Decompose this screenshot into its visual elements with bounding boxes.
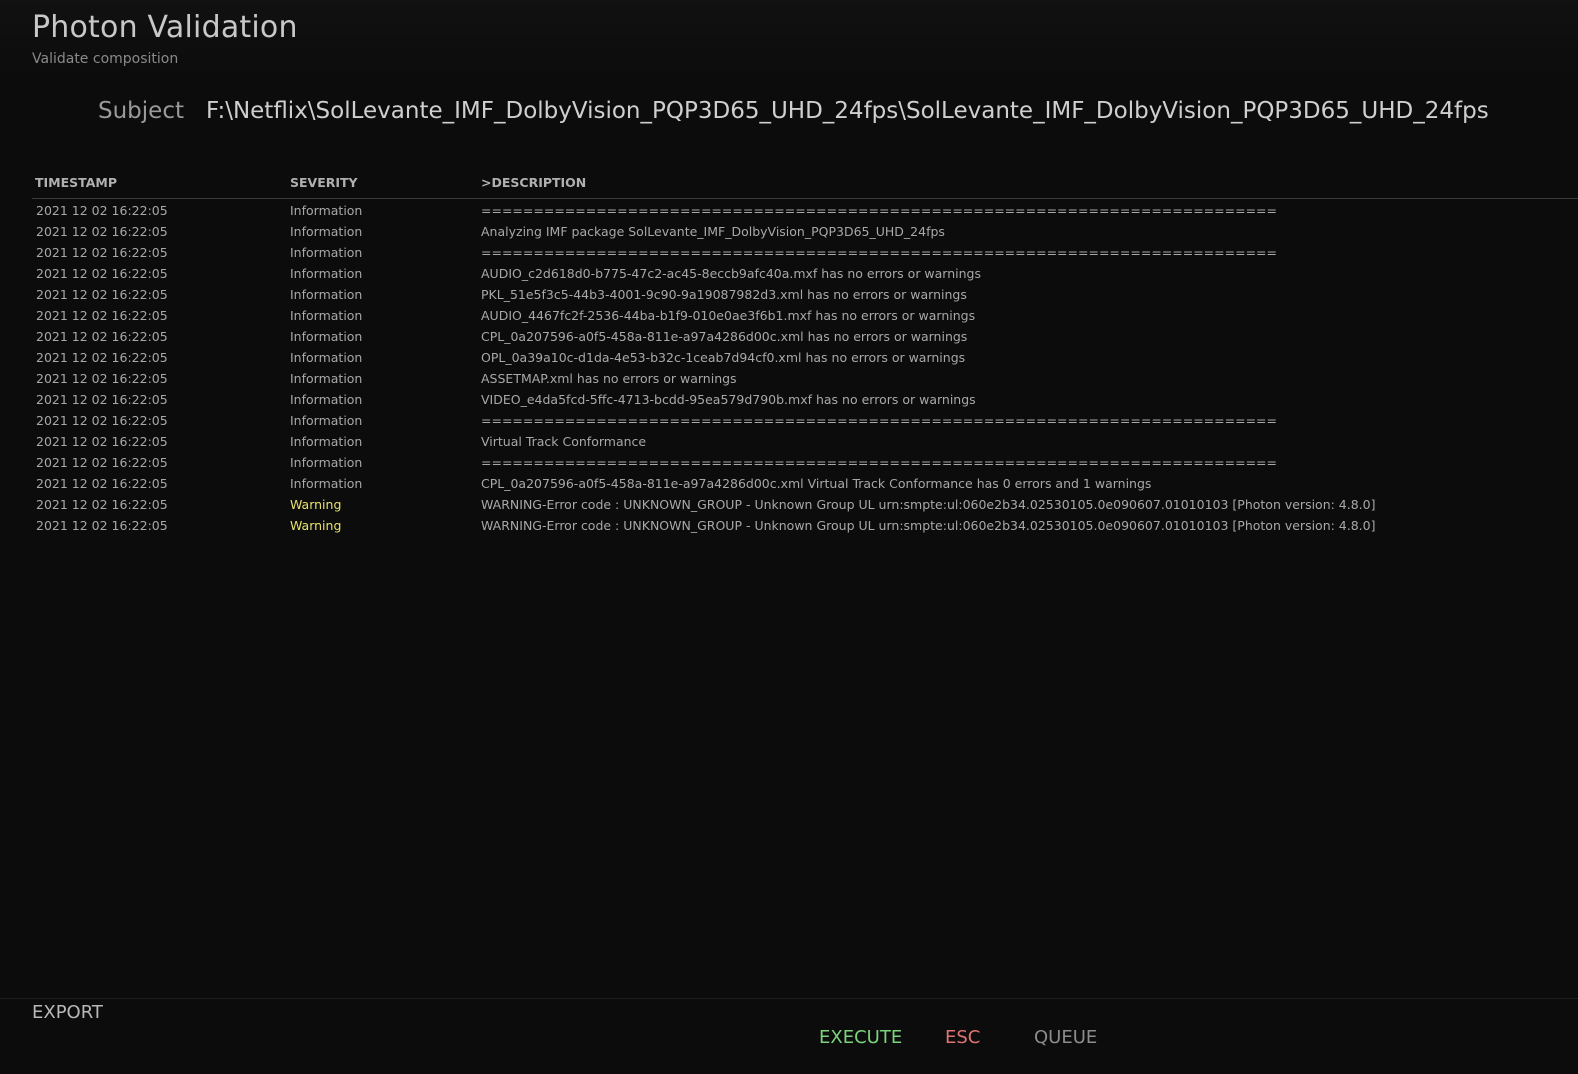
row-timestamp: 2021 12 02 16:22:05 xyxy=(36,329,168,344)
row-severity: Information xyxy=(290,224,363,239)
row-severity: Information xyxy=(290,371,363,386)
row-description: AUDIO_c2d618d0-b775-47c2-ac45-8eccb9afc4… xyxy=(481,266,981,281)
table-row[interactable]: 2021 12 02 16:22:05 Information AUDIO_4467… xyxy=(32,305,1578,326)
row-description: Virtual Track Conformance xyxy=(481,434,647,449)
row-severity: Information xyxy=(290,329,363,344)
row-timestamp: 2021 12 02 16:22:05 xyxy=(36,245,168,260)
table-row[interactable]: 2021 12 02 16:22:05 Information CPL_0a2075… xyxy=(32,473,1578,494)
row-timestamp: 2021 12 02 16:22:05 xyxy=(36,476,168,491)
table-row[interactable]: 2021 12 02 16:22:05 Information PKL_51e5f3… xyxy=(32,284,1578,305)
row-description: ========================================… xyxy=(481,245,1277,260)
row-severity: Information xyxy=(290,308,363,323)
row-timestamp: 2021 12 02 16:22:05 xyxy=(36,371,168,386)
subject-row: Subject F:\Netflix\SolLevante_IMF_DolbyV… xyxy=(0,96,1578,130)
log-table-body: 2021 12 02 16:22:05 Information ==========… xyxy=(32,199,1578,536)
export-button[interactable]: EXPORT xyxy=(32,1002,103,1023)
row-timestamp: 2021 12 02 16:22:05 xyxy=(36,455,168,470)
row-description: ========================================… xyxy=(481,455,1277,470)
table-row[interactable]: 2021 12 02 16:22:05 Warning WARNING-Error … xyxy=(32,515,1578,536)
row-timestamp: 2021 12 02 16:22:05 xyxy=(36,518,168,533)
row-severity: Information xyxy=(290,476,363,491)
table-row[interactable]: 2021 12 02 16:22:05 Information OPL_0a39a1… xyxy=(32,347,1578,368)
row-description: VIDEO_e4da5fcd-5ffc-4713-bcdd-95ea579d79… xyxy=(481,392,976,407)
table-row[interactable]: 2021 12 02 16:22:05 Information VIDEO_e4da… xyxy=(32,389,1578,410)
column-header-description[interactable]: >DESCRIPTION xyxy=(481,175,586,190)
validation-log-table[interactable]: TIMESTAMP SEVERITY >DESCRIPTION 2021 12 … xyxy=(32,170,1578,536)
row-timestamp: 2021 12 02 16:22:05 xyxy=(36,287,168,302)
row-description: ASSETMAP.xml has no errors or warnings xyxy=(481,371,737,386)
row-timestamp: 2021 12 02 16:22:05 xyxy=(36,203,168,218)
execute-button[interactable]: EXECUTE xyxy=(819,1027,902,1048)
table-row[interactable]: 2021 12 02 16:22:05 Information ==========… xyxy=(32,200,1578,221)
queue-button[interactable]: QUEUE xyxy=(1034,1027,1097,1048)
row-severity: Information xyxy=(290,413,363,428)
esc-button[interactable]: ESC xyxy=(945,1027,980,1048)
column-header-severity[interactable]: SEVERITY xyxy=(290,175,358,190)
photon-validation-window: Photon Validation Validate composition S… xyxy=(0,0,1578,1074)
row-timestamp: 2021 12 02 16:22:05 xyxy=(36,434,168,449)
row-description: WARNING-Error code : UNKNOWN_GROUP - Unk… xyxy=(481,518,1376,533)
row-severity: Information xyxy=(290,455,363,470)
table-row[interactable]: 2021 12 02 16:22:05 Warning WARNING-Error … xyxy=(32,494,1578,515)
footer-divider xyxy=(0,998,1578,999)
row-description: CPL_0a207596-a0f5-458a-811e-a97a4286d00c… xyxy=(481,329,968,344)
row-description: AUDIO_4467fc2f-2536-44ba-b1f9-010e0ae3f6… xyxy=(481,308,976,323)
table-row[interactable]: 2021 12 02 16:22:05 Information CPL_0a2075… xyxy=(32,326,1578,347)
page-title: Photon Validation xyxy=(32,10,298,45)
row-description: ========================================… xyxy=(481,203,1277,218)
table-row[interactable]: 2021 12 02 16:22:05 Information ASSETMAP.x… xyxy=(32,368,1578,389)
row-severity: Information xyxy=(290,350,363,365)
row-severity: Warning xyxy=(290,518,342,533)
table-row[interactable]: 2021 12 02 16:22:05 Information ==========… xyxy=(32,242,1578,263)
row-description: Analyzing IMF package SolLevante_IMF_Dol… xyxy=(481,224,945,239)
table-row[interactable]: 2021 12 02 16:22:05 Information Virtual Tr… xyxy=(32,431,1578,452)
row-severity: Warning xyxy=(290,497,342,512)
row-timestamp: 2021 12 02 16:22:05 xyxy=(36,224,168,239)
row-severity: Information xyxy=(290,266,363,281)
row-timestamp: 2021 12 02 16:22:05 xyxy=(36,308,168,323)
table-row[interactable]: 2021 12 02 16:22:05 Information Analyzing … xyxy=(32,221,1578,242)
row-severity: Information xyxy=(290,203,363,218)
row-description: CPL_0a207596-a0f5-458a-811e-a97a4286d00c… xyxy=(481,476,1152,491)
row-description: OPL_0a39a10c-d1da-4e53-b32c-1ceab7d94cf0… xyxy=(481,350,966,365)
table-row[interactable]: 2021 12 02 16:22:05 Information AUDIO_c2d6… xyxy=(32,263,1578,284)
row-description: WARNING-Error code : UNKNOWN_GROUP - Unk… xyxy=(481,497,1376,512)
table-row[interactable]: 2021 12 02 16:22:05 Information ==========… xyxy=(32,410,1578,431)
row-timestamp: 2021 12 02 16:22:05 xyxy=(36,413,168,428)
row-description: ========================================… xyxy=(481,413,1277,428)
column-header-timestamp[interactable]: TIMESTAMP xyxy=(35,175,117,190)
row-timestamp: 2021 12 02 16:22:05 xyxy=(36,392,168,407)
row-timestamp: 2021 12 02 16:22:05 xyxy=(36,266,168,281)
row-severity: Information xyxy=(290,434,363,449)
subject-path[interactable]: F:\Netflix\SolLevante_IMF_DolbyVision_PQ… xyxy=(206,98,1489,124)
row-severity: Information xyxy=(290,245,363,260)
subject-label: Subject xyxy=(98,98,184,124)
table-row[interactable]: 2021 12 02 16:22:05 Information ==========… xyxy=(32,452,1578,473)
row-description: PKL_51e5f3c5-44b3-4001-9c90-9a19087982d3… xyxy=(481,287,967,302)
row-severity: Information xyxy=(290,287,363,302)
row-timestamp: 2021 12 02 16:22:05 xyxy=(36,497,168,512)
row-severity: Information xyxy=(290,392,363,407)
row-timestamp: 2021 12 02 16:22:05 xyxy=(36,350,168,365)
page-subtitle: Validate composition xyxy=(32,51,179,67)
header: Photon Validation Validate composition xyxy=(0,0,1578,75)
log-table-header: TIMESTAMP SEVERITY >DESCRIPTION xyxy=(32,170,1578,199)
